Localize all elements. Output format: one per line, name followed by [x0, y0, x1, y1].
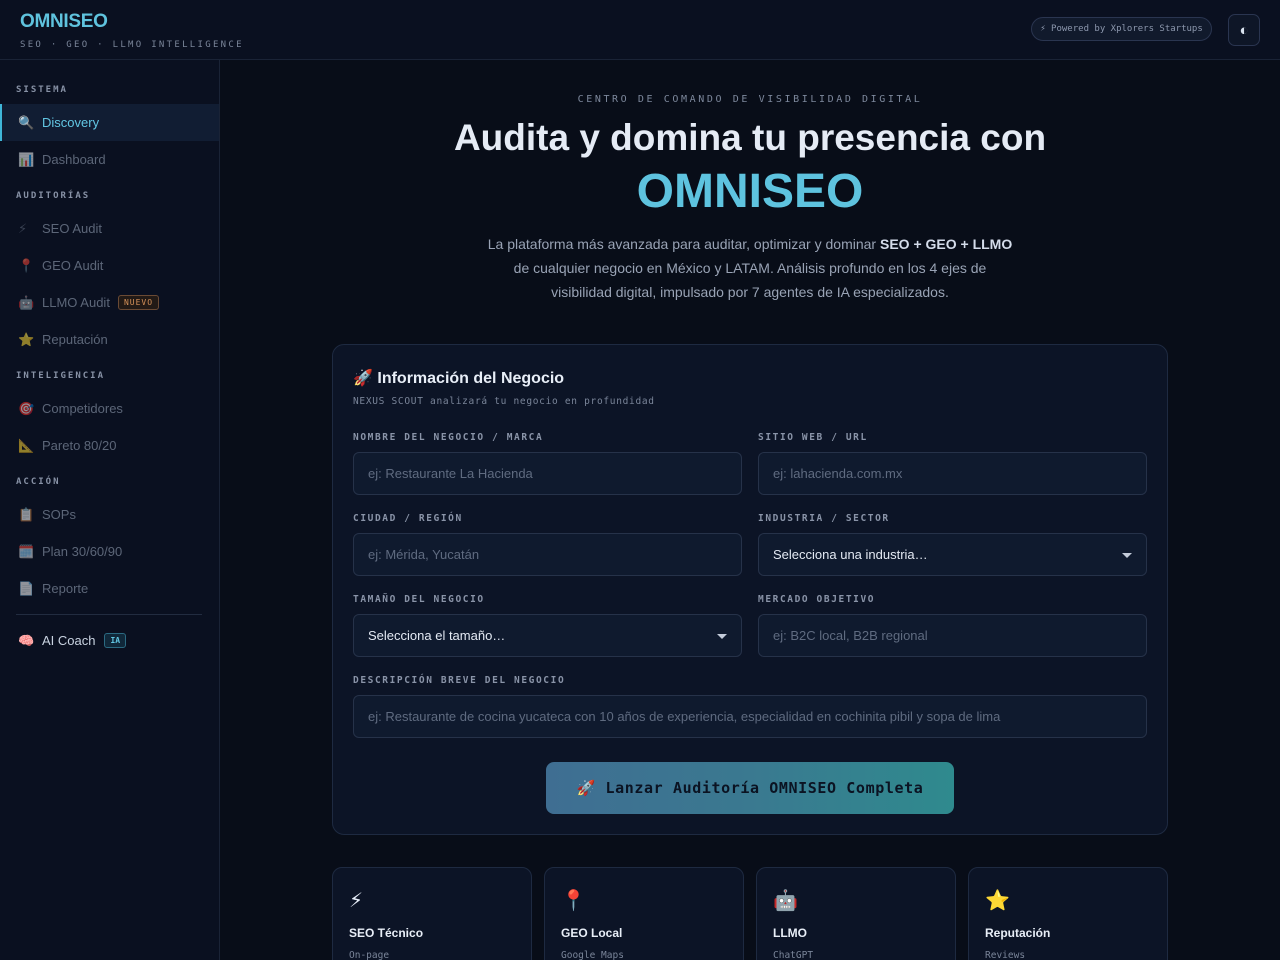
sidebar-item-reporte[interactable]: 📄 Reporte — [0, 570, 219, 607]
pillar-card-reputacion[interactable]: ⭐ Reputación Reviews — [968, 867, 1168, 960]
pillar-subtitle: Reviews — [985, 950, 1026, 960]
sidebar-item-discovery[interactable]: 🔍 Discovery — [0, 104, 219, 141]
new-badge: NUEVO — [117, 295, 160, 310]
chevron-down-icon — [1122, 553, 1132, 558]
brand-logo[interactable]: OMNISEO — [20, 11, 108, 33]
industry-select[interactable]: Selecciona una industria… — [758, 533, 1147, 576]
sidebar-item-label: Pareto 80/20 — [42, 438, 117, 453]
industry-select-value: Selecciona una industria… — [773, 547, 928, 562]
sidebar-item-label: LLMO Audit — [42, 295, 110, 310]
section-label-sistema: SISTEMA — [16, 85, 68, 95]
sidebar-item-label: Reporte — [42, 581, 89, 596]
robot-icon: 🤖 — [18, 294, 35, 310]
sidebar-item-label: SOPs — [42, 507, 76, 522]
sidebar-item-competidores[interactable]: 🎯 Competidores — [0, 390, 219, 427]
sidebar-item-pareto[interactable]: 📐 Pareto 80/20 — [0, 427, 219, 464]
business-name-label: NOMBRE DEL NEGOCIO / MARCA — [353, 432, 544, 443]
pin-icon: 📍 — [561, 890, 586, 912]
pin-icon: 📍 — [18, 257, 35, 273]
pillar-card-geo[interactable]: 📍 GEO Local Google Maps — [544, 867, 744, 960]
size-select[interactable]: Selecciona el tamaño… — [353, 614, 742, 657]
calendar-icon: 🗓️ — [18, 543, 35, 559]
sidebar-item-ai-coach[interactable]: 🧠 AI Coach IA — [0, 622, 219, 659]
pillar-title: LLMO — [773, 926, 807, 940]
market-input[interactable]: ej: B2C local, B2B regional — [758, 614, 1147, 657]
ia-badge: IA — [104, 633, 127, 648]
main-content: CENTRO DE COMANDO DE VISIBILIDAD DIGITAL… — [220, 60, 1280, 960]
business-info-form: 🚀 Información del Negocio NEXUS SCOUT an… — [332, 344, 1168, 835]
form-title: 🚀 Información del Negocio — [353, 370, 565, 387]
sidebar-item-dashboard[interactable]: 📊 Dashboard — [0, 141, 219, 178]
hero-title-brand: OMNISEO — [636, 165, 864, 218]
sidebar-item-llmo-audit[interactable]: 🤖 LLMO Audit NUEVO — [0, 284, 219, 321]
launch-audit-button[interactable]: 🚀 Lanzar Auditoría OMNISEO Completa — [546, 762, 954, 814]
sidebar: SISTEMA 🔍 Discovery 📊 Dashboard AUDITORÍ… — [0, 60, 220, 960]
form-subtitle: NEXUS SCOUT analizará tu negocio en prof… — [353, 396, 655, 407]
section-label-inteligencia: INTELIGENCIA — [16, 371, 106, 381]
size-select-value: Selecciona el tamaño… — [368, 628, 506, 643]
chevron-down-icon — [717, 634, 727, 639]
pillar-card-seo[interactable]: ⚡ SEO Técnico On-page — [332, 867, 532, 960]
market-label: MERCADO OBJETIVO — [758, 594, 876, 605]
sidebar-item-label: SEO Audit — [42, 221, 102, 236]
pillar-subtitle: On-page — [349, 950, 390, 960]
industry-label: INDUSTRIA / SECTOR — [758, 513, 890, 524]
hero-description: La plataforma más avanzada para auditar,… — [487, 236, 1013, 300]
star-icon: ⭐ — [18, 331, 35, 347]
sidebar-item-geo-audit[interactable]: 📍 GEO Audit — [0, 247, 219, 284]
clipboard-icon: 📋 — [18, 506, 35, 522]
sidebar-item-label: Dashboard — [42, 152, 106, 167]
sidebar-item-label: AI Coach — [42, 633, 96, 648]
ruler-icon: 📐 — [18, 437, 35, 453]
section-label-auditorias: AUDITORÍAS — [16, 191, 91, 201]
sidebar-item-reputacion[interactable]: ⭐ Reputación — [0, 321, 219, 358]
city-input[interactable]: ej: Mérida, Yucatán — [353, 533, 742, 576]
business-name-input[interactable]: ej: Restaurante La Hacienda — [353, 452, 742, 495]
lightning-icon: ⚡ — [18, 220, 28, 236]
theme-toggle-button[interactable]: ◐ — [1228, 14, 1260, 46]
description-label: DESCRIPCIÓN BREVE DEL NEGOCIO — [353, 675, 566, 686]
contrast-icon: ◐ — [1239, 21, 1249, 39]
sidebar-item-label: Plan 30/60/90 — [42, 544, 123, 559]
top-header: OMNISEO SEO · GEO · LLMO INTELLIGENCE ⚡ … — [0, 0, 1280, 60]
sidebar-item-label: Competidores — [42, 401, 123, 416]
lightning-icon: ⚡ — [349, 890, 364, 912]
brand-tagline: SEO · GEO · LLMO INTELLIGENCE — [20, 40, 244, 50]
pillar-title: SEO Técnico — [349, 926, 424, 940]
brain-icon: 🧠 — [18, 632, 35, 648]
robot-icon: 🤖 — [773, 890, 798, 912]
sidebar-item-label: GEO Audit — [42, 258, 104, 273]
sidebar-item-label: Discovery — [42, 115, 100, 130]
website-label: SITIO WEB / URL — [758, 432, 868, 443]
city-label: CIUDAD / REGIÓN — [353, 513, 463, 524]
size-label: TAMAÑO DEL NEGOCIO — [353, 594, 485, 605]
hero-eyebrow: CENTRO DE COMANDO DE VISIBILIDAD DIGITAL — [577, 94, 923, 105]
star-icon: ⭐ — [985, 890, 1010, 912]
section-label-accion: ACCIÓN — [16, 477, 61, 487]
pillar-subtitle: Google Maps — [561, 950, 624, 960]
search-icon: 🔍 — [18, 114, 35, 130]
pillar-card-llmo[interactable]: 🤖 LLMO ChatGPT — [756, 867, 956, 960]
powered-by-badge[interactable]: ⚡ Powered by Xplorers Startups — [1031, 17, 1212, 41]
sidebar-item-sops[interactable]: 📋 SOPs — [0, 496, 219, 533]
website-input[interactable]: ej: lahacienda.com.mx — [758, 452, 1147, 495]
pillar-title: GEO Local — [561, 926, 623, 940]
document-icon: 📄 — [18, 580, 35, 596]
chart-icon: 📊 — [18, 151, 35, 167]
description-input[interactable]: ej: Restaurante de cocina yucateca con 1… — [353, 695, 1147, 738]
sidebar-item-seo-audit[interactable]: ⚡ SEO Audit — [0, 210, 219, 247]
hero-title: Audita y domina tu presencia con — [453, 117, 1047, 158]
sidebar-item-plan[interactable]: 🗓️ Plan 30/60/90 — [0, 533, 219, 570]
sidebar-divider — [16, 614, 202, 615]
target-icon: 🎯 — [18, 400, 35, 416]
sidebar-item-label: Reputación — [42, 332, 108, 347]
pillar-title: Reputación — [985, 926, 1051, 940]
pillar-subtitle: ChatGPT — [773, 950, 814, 960]
